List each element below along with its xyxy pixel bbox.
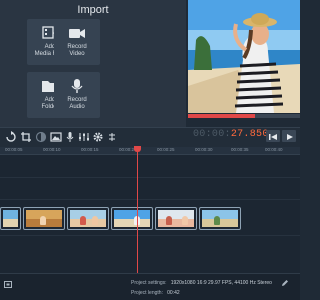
preview-progress-bar[interactable]	[188, 114, 300, 118]
skip-back-icon	[269, 134, 277, 140]
edit-pencil-icon[interactable]	[281, 279, 289, 287]
timecode-display: 00:00:27.850	[193, 129, 269, 140]
preview-progress-fill	[188, 114, 256, 118]
video-clip-6[interactable]	[199, 207, 241, 230]
import-title: Import	[77, 4, 109, 16]
export-icon[interactable]	[4, 281, 12, 288]
record-video-label: Record Video	[67, 44, 87, 57]
video-clip-4[interactable]	[111, 207, 153, 230]
ruler-tick: 00:00:30	[195, 147, 213, 152]
clip-thumbnail	[70, 210, 106, 227]
audio-record-icon[interactable]	[64, 131, 76, 143]
video-clip-1[interactable]	[0, 207, 21, 230]
clip-thumbnail	[26, 210, 62, 227]
record-video-button[interactable]: Record Video	[54, 19, 100, 65]
crop-icon[interactable]	[20, 131, 32, 143]
dropdown-more-icon[interactable]	[106, 131, 118, 143]
import-panel: Import Add Media Files Record Video Add …	[0, 0, 186, 127]
ruler-tick: 00:00:25	[157, 147, 175, 152]
timeline-ruler[interactable]: 00:00:05 00:00:10 00:00:15 00:00:20 00:0…	[0, 147, 300, 155]
video-clip-5[interactable]	[155, 207, 197, 230]
playhead-handle[interactable]	[134, 146, 141, 152]
timecode-main: 00:00:	[193, 129, 231, 140]
ruler-tick: 00:00:15	[81, 147, 99, 152]
timecode-active: 27.850	[230, 129, 269, 140]
preview-frame-image	[188, 0, 300, 113]
track-divider	[0, 177, 300, 178]
ruler-tick: 00:00:35	[231, 147, 249, 152]
microphone-icon	[71, 79, 83, 93]
video-camera-icon	[69, 29, 85, 38]
track-divider	[0, 199, 300, 200]
clip-thumbnail	[202, 210, 238, 227]
record-audio-button[interactable]: Record Audio	[54, 72, 100, 118]
play-icon	[287, 134, 293, 140]
play-button[interactable]	[282, 130, 296, 142]
undo-icon[interactable]	[5, 131, 17, 143]
record-audio-label: Record Audio	[67, 97, 87, 110]
video-clip-2[interactable]	[23, 207, 65, 230]
ruler-tick: 00:00:10	[43, 147, 61, 152]
project-length-text: Project length: 00:42	[131, 290, 180, 296]
clip-thumbnail	[114, 210, 150, 227]
video-preview[interactable]	[188, 0, 300, 113]
clip-thumbnail	[3, 210, 18, 227]
status-bar: Project settings: 1920x1080 16:9 29.97 F…	[0, 273, 300, 300]
color-adjust-icon[interactable]	[35, 131, 47, 143]
insert-image-icon[interactable]	[50, 131, 62, 143]
project-settings-text: Project settings: 1920x1080 16:9 29.97 F…	[131, 280, 272, 286]
track-divider	[0, 235, 300, 236]
clip-thumbnail	[158, 210, 194, 227]
settings-gear-icon[interactable]	[92, 131, 104, 143]
skip-back-button[interactable]	[266, 130, 280, 142]
ruler-tick: 00:00:40	[265, 147, 283, 152]
video-clip-3[interactable]	[67, 207, 109, 230]
equalizer-icon[interactable]	[78, 131, 90, 143]
ruler-tick: 00:00:05	[5, 147, 23, 152]
playhead[interactable]	[137, 146, 138, 273]
